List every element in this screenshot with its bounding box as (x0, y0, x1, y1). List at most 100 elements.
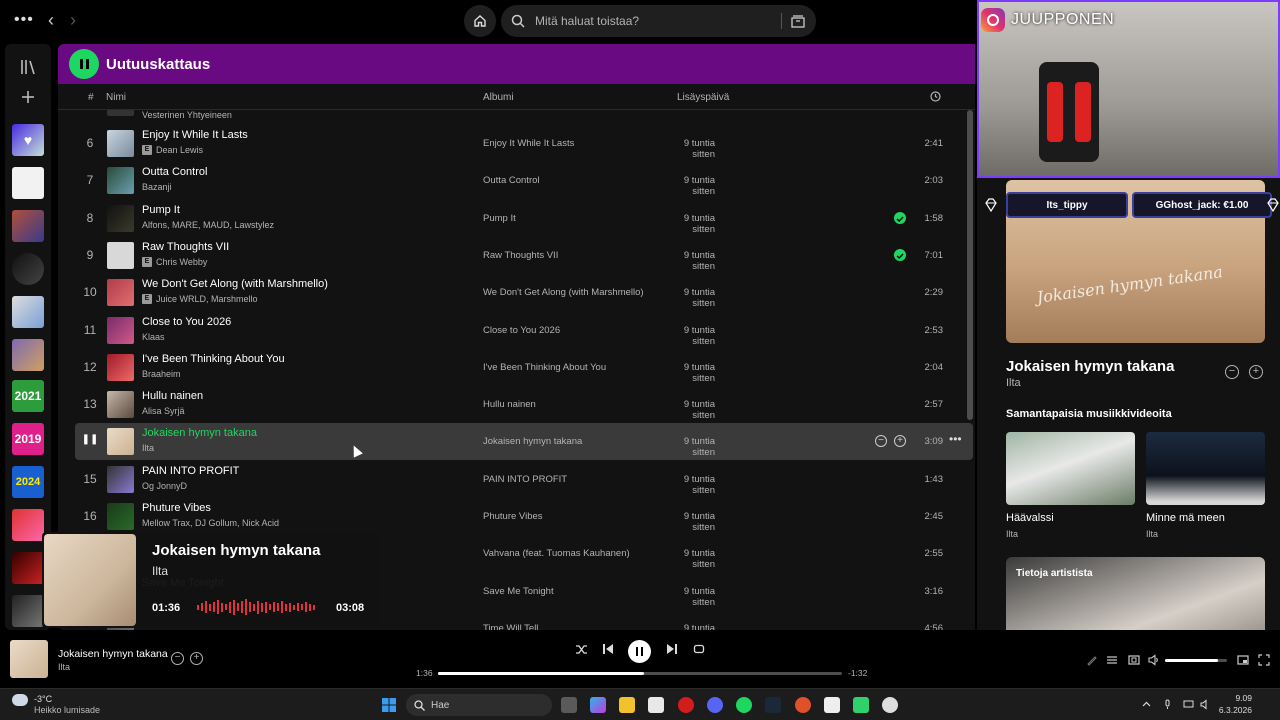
track-artist[interactable]: Bazanji (142, 182, 172, 192)
col-album[interactable]: Albumi (483, 92, 514, 103)
spotify-icon[interactable] (736, 697, 752, 713)
track-title[interactable]: Close to You 2026 (142, 316, 231, 328)
home-button[interactable] (464, 5, 496, 37)
sidebar-playlist-2021[interactable]: 2021 (12, 380, 44, 412)
track-artist[interactable]: Mellow Trax, DJ Gollum, Nick Acid (142, 518, 279, 528)
track-title[interactable]: I've Been Thinking About You (142, 353, 285, 365)
now-playing-artist[interactable]: Ilta (1006, 377, 1021, 389)
sidebar-playlist[interactable] (12, 210, 44, 242)
pause-button[interactable] (628, 640, 651, 663)
track-artist[interactable]: Alfons, MARE, MAUD, Lawstylez (142, 220, 274, 230)
volume-icon[interactable] (1148, 654, 1160, 666)
windows-start-icon[interactable] (381, 697, 397, 713)
next-icon[interactable] (666, 643, 678, 655)
video-thumbnail[interactable] (1006, 432, 1135, 505)
scrollbar[interactable] (967, 110, 973, 420)
track-row[interactable]: 11 Close to You 2026 Klaas Close to You 202… (75, 312, 973, 349)
track-title[interactable]: We Don't Get Along (with Marshmello) (142, 278, 328, 290)
now-playing-view-icon[interactable] (1086, 654, 1098, 666)
discord-icon[interactable] (707, 697, 723, 713)
track-title[interactable]: Pump It (142, 204, 180, 216)
row-pause-icon[interactable]: ❚❚ (75, 434, 105, 445)
about-artist-card[interactable]: Tietoja artistista (1006, 557, 1265, 630)
remove-icon[interactable]: − (1225, 365, 1239, 379)
track-album[interactable]: Save Me Tonight (483, 586, 554, 597)
player-album-art[interactable] (10, 640, 48, 678)
track-album[interactable]: We Don't Get Along (with Marshmello) (483, 287, 644, 298)
add-icon[interactable]: + (190, 652, 203, 665)
col-added[interactable]: Lisäyspäivä (677, 92, 729, 103)
search-bar[interactable]: Mitä haluat toistaa? (501, 5, 816, 37)
liked-check-icon[interactable] (894, 211, 906, 224)
track-artist[interactable]: Juice WRLD, Marshmello (156, 294, 258, 304)
sidebar-playlist[interactable] (12, 509, 44, 541)
sidebar-playlist-2019[interactable]: 2019 (12, 423, 44, 455)
track-album[interactable]: PAIN INTO PROFIT (483, 474, 567, 485)
liked-check-icon[interactable] (894, 248, 906, 261)
add-icon[interactable] (19, 88, 37, 106)
track-title[interactable]: Enjoy It While It Lasts (142, 129, 248, 141)
app-icon[interactable] (824, 697, 840, 713)
weather-widget[interactable]: -3°C Heikko lumisade (12, 694, 100, 715)
mini-player-icon[interactable] (1237, 654, 1249, 666)
track-album[interactable]: Close to You 2026 (483, 325, 560, 336)
player-track-artist[interactable]: Ilta (58, 662, 70, 672)
opera-icon[interactable] (678, 697, 694, 713)
sidebar-playlist[interactable] (12, 167, 44, 199)
sidebar-artist[interactable] (12, 253, 44, 285)
library-icon[interactable] (19, 58, 37, 76)
track-title[interactable]: Hullu nainen (142, 390, 203, 402)
volume-slider[interactable] (1165, 659, 1227, 662)
track-artist[interactable]: Braaheim (142, 369, 181, 379)
file-explorer-icon[interactable] (619, 697, 635, 713)
taskbar-search-input[interactable]: Hae (431, 700, 449, 711)
app-icon[interactable] (853, 697, 869, 713)
sidebar-playlist[interactable] (12, 296, 44, 328)
sidebar-playlist[interactable] (12, 595, 44, 627)
col-name[interactable]: Nimi (106, 92, 126, 103)
track-row[interactable]: 7 Outta Control Bazanji Outta Control 9 tunt… (75, 162, 973, 199)
video-title[interactable]: Minne mä meen (1146, 512, 1225, 524)
track-artist[interactable]: Chris Webby (156, 257, 207, 267)
track-album[interactable]: I've Been Thinking About You (483, 362, 606, 373)
remove-icon[interactable]: − (875, 435, 887, 448)
player-track-title[interactable]: Jokaisen hymyn takana (58, 648, 168, 660)
track-artist[interactable]: Ilta (142, 443, 154, 453)
track-title[interactable]: Phuture Vibes (142, 502, 211, 514)
network-icon[interactable] (1183, 699, 1194, 710)
track-row[interactable]: 16 Phuture Vibes Mellow Trax, DJ Gollum, N… (75, 498, 973, 535)
video-artist[interactable]: Ilta (1146, 529, 1158, 539)
track-album[interactable]: Time Will Tell (483, 623, 538, 630)
video-title[interactable]: Häävalssi (1006, 512, 1054, 524)
copilot-icon[interactable] (590, 697, 606, 713)
progress-bar[interactable] (438, 672, 842, 675)
track-album[interactable]: Pump It (483, 213, 516, 224)
track-row[interactable]: 6 Enjoy It While It Lasts E Dean Lewis Enjoy… (75, 125, 973, 162)
track-row[interactable]: 15 PAIN INTO PROFIT Og JonnyD PAIN INTO PRO… (75, 461, 973, 498)
search-input[interactable]: Mitä haluat toistaa? (535, 14, 639, 28)
sidebar-playlist-2024[interactable]: 2024 (12, 466, 44, 498)
browse-icon[interactable] (790, 13, 806, 29)
track-row[interactable]: 8 Pump It Alfons, MARE, MAUD, Lawstylez Pum… (75, 200, 973, 237)
shuffle-icon[interactable] (575, 643, 588, 656)
connect-device-icon[interactable] (1128, 654, 1140, 666)
previous-icon[interactable] (602, 643, 614, 655)
more-options-icon[interactable]: ••• (949, 432, 962, 446)
track-album[interactable]: Vahvana (feat. Tuomas Kauhanen) (483, 548, 630, 559)
clock-time[interactable]: 9.09 (1226, 693, 1252, 703)
sidebar-playlist[interactable] (12, 339, 44, 371)
track-row[interactable]: ❚❚ Jokaisen hymyn takana Ilta Jokaisen hymy… (75, 423, 973, 461)
add-to-library-icon[interactable]: + (1249, 365, 1263, 379)
track-row[interactable]: 10 We Don't Get Along (with Marshmello) E J… (75, 274, 973, 311)
track-artist[interactable]: Dean Lewis (156, 145, 203, 155)
track-title[interactable]: Raw Thoughts VII (142, 241, 229, 253)
video-thumbnail[interactable] (1146, 432, 1265, 505)
track-row[interactable]: 9 Raw Thoughts VII E Chris Webby Raw Thought… (75, 237, 973, 274)
more-menu-icon[interactable]: ••• (14, 11, 34, 29)
video-artist[interactable]: Ilta (1006, 529, 1018, 539)
track-album[interactable]: Raw Thoughts VII (483, 250, 558, 261)
fullscreen-icon[interactable] (1258, 654, 1270, 666)
track-album[interactable]: Phuture Vibes (483, 511, 543, 522)
track-title[interactable]: PAIN INTO PROFIT (142, 465, 239, 477)
steam-icon[interactable] (765, 697, 781, 713)
